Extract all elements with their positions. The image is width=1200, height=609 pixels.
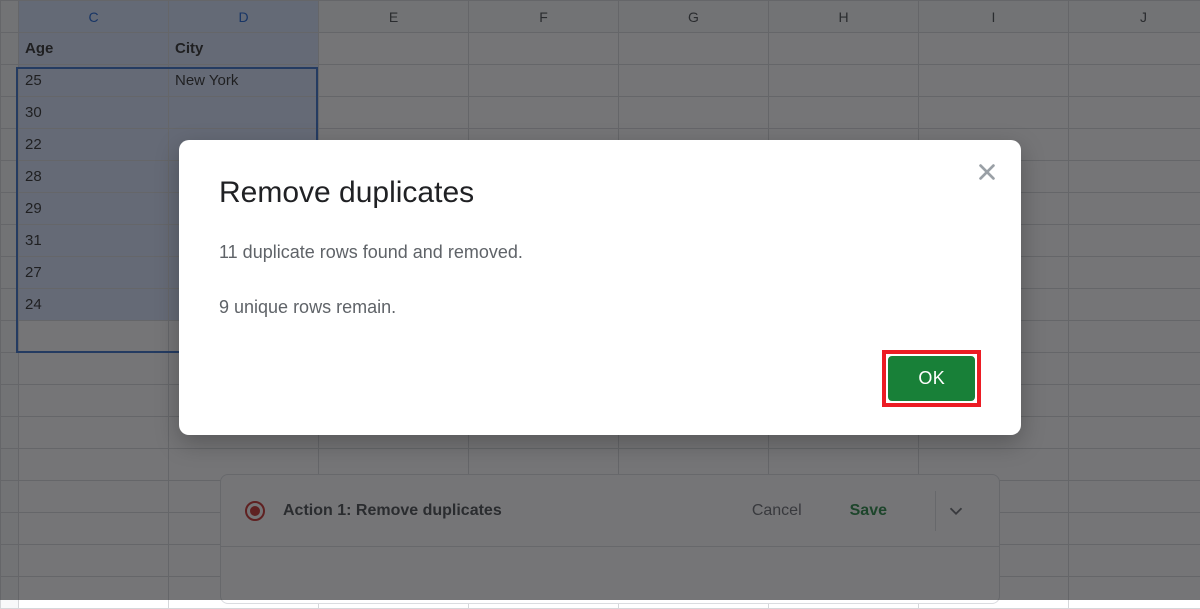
dialog-title: Remove duplicates bbox=[219, 176, 981, 210]
ok-highlight: OK bbox=[882, 350, 981, 407]
remove-duplicates-dialog: Remove duplicates 11 duplicate rows foun… bbox=[179, 140, 1021, 435]
close-icon[interactable] bbox=[971, 156, 1003, 188]
dialog-result-line1: 11 duplicate rows found and removed. bbox=[219, 240, 981, 265]
ok-button[interactable]: OK bbox=[888, 356, 975, 401]
dialog-result-line2: 9 unique rows remain. bbox=[219, 295, 981, 320]
